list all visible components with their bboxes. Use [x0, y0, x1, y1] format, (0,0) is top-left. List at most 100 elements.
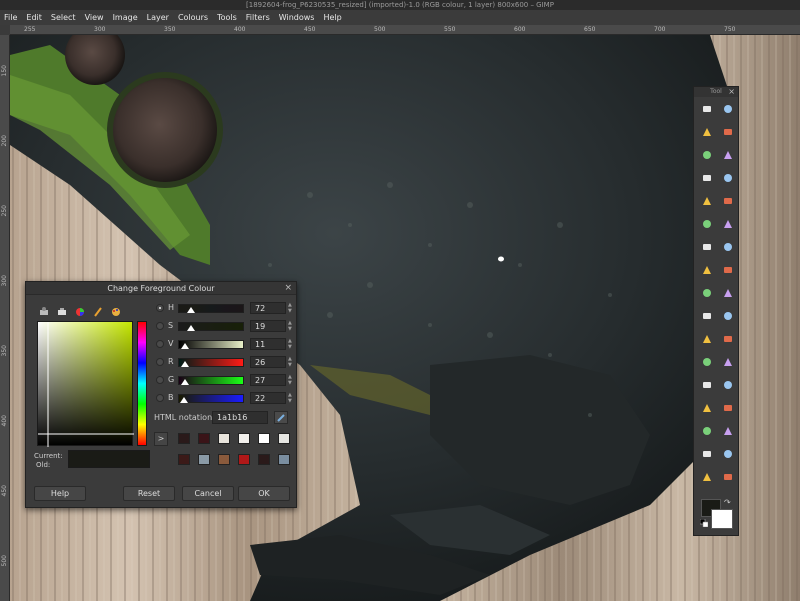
radio-v[interactable]	[156, 340, 164, 348]
menu-view[interactable]: View	[85, 10, 104, 25]
ellipse-select-icon[interactable]	[720, 101, 736, 117]
slider-v[interactable]: V 11 ▲ ▼	[154, 338, 294, 352]
flip-icon[interactable]	[699, 308, 715, 324]
toolbox-close-button[interactable]: ×	[728, 87, 735, 97]
horizontal-ruler[interactable]: 255 300 350 400 450 500 550 600 650 700 …	[10, 25, 800, 35]
watercolor-selector-tab[interactable]	[92, 306, 104, 318]
history-swatch[interactable]	[258, 433, 270, 444]
hue-strip[interactable]	[137, 321, 147, 446]
cmyk-selector-tab[interactable]	[56, 306, 68, 318]
scale-icon[interactable]	[720, 262, 736, 278]
radio-r[interactable]	[156, 358, 164, 366]
vertical-ruler[interactable]: 150 200 250 300 350 400 450 500	[0, 35, 10, 601]
shear-icon[interactable]	[699, 285, 715, 301]
slider-value[interactable]: 72	[250, 302, 286, 314]
slider-value[interactable]: 19	[250, 320, 286, 332]
cage-icon[interactable]	[720, 308, 736, 324]
color-picker-button[interactable]	[274, 411, 288, 424]
radio-h[interactable]	[156, 304, 164, 312]
zoom-icon[interactable]	[720, 193, 736, 209]
palette-selector-tab[interactable]	[110, 306, 122, 318]
history-swatch[interactable]	[198, 454, 210, 465]
slider-value[interactable]: 11	[250, 338, 286, 350]
spin-arrows-icon[interactable]: ▲ ▼	[288, 392, 292, 404]
menu-tools[interactable]: Tools	[217, 10, 237, 25]
align-icon[interactable]	[699, 239, 715, 255]
default-colors-icon[interactable]	[700, 519, 708, 527]
airbrush-icon[interactable]	[699, 400, 715, 416]
slider-r[interactable]: R 26 ▲ ▼	[154, 356, 294, 370]
history-swatch[interactable]	[218, 454, 230, 465]
paintbrush-icon[interactable]	[699, 377, 715, 393]
slider-marker[interactable]	[181, 343, 190, 349]
history-swatch[interactable]	[258, 454, 270, 465]
text-icon[interactable]	[699, 331, 715, 347]
paths-icon[interactable]	[720, 170, 736, 186]
eraser-icon[interactable]	[720, 377, 736, 393]
slider-b[interactable]: B 22 ▲ ▼	[154, 392, 294, 406]
saturation-value-square[interactable]	[37, 321, 134, 447]
rotate-icon[interactable]	[699, 262, 715, 278]
history-swatch[interactable]	[198, 433, 210, 444]
scales-selector-tab[interactable]	[38, 306, 50, 318]
radio-s[interactable]	[156, 322, 164, 330]
background-color-swatch[interactable]	[711, 509, 733, 529]
color-select-icon[interactable]	[699, 147, 715, 163]
slider-g[interactable]: G 27 ▲ ▼	[154, 374, 294, 388]
foreground-select-icon[interactable]	[699, 170, 715, 186]
swap-colors-icon[interactable]: ↷	[724, 499, 731, 507]
color-picker-icon[interactable]	[699, 193, 715, 209]
lasso-icon[interactable]	[699, 124, 715, 140]
fuzzy-select-icon[interactable]	[720, 124, 736, 140]
history-swatch[interactable]	[238, 454, 250, 465]
menu-edit[interactable]: Edit	[26, 10, 42, 25]
spin-arrows-icon[interactable]: ▲ ▼	[288, 356, 292, 368]
smudge-icon[interactable]	[720, 446, 736, 462]
bucket-fill-icon[interactable]	[720, 331, 736, 347]
measure-icon[interactable]	[699, 216, 715, 232]
html-notation-input[interactable]	[212, 411, 268, 424]
slider-value[interactable]: 22	[250, 392, 286, 404]
dodge-icon[interactable]	[720, 469, 736, 485]
ok-button[interactable]: OK	[238, 486, 290, 501]
slider-marker[interactable]	[187, 307, 196, 313]
menu-layer[interactable]: Layer	[147, 10, 169, 25]
heal-icon[interactable]	[720, 423, 736, 439]
cancel-button[interactable]: Cancel	[182, 486, 234, 501]
slider-value[interactable]: 27	[250, 374, 286, 386]
perspective-clone-icon[interactable]	[699, 446, 715, 462]
spin-arrows-icon[interactable]: ▲ ▼	[288, 302, 292, 314]
spin-arrows-icon[interactable]: ▲ ▼	[288, 320, 292, 332]
menu-select[interactable]: Select	[51, 10, 76, 25]
scissors-icon[interactable]	[720, 147, 736, 163]
slider-marker[interactable]	[180, 379, 189, 385]
history-swatch[interactable]	[178, 433, 190, 444]
menu-colours[interactable]: Colours	[178, 10, 208, 25]
gradient-icon[interactable]	[699, 354, 715, 370]
radio-g[interactable]	[156, 376, 164, 384]
ink-icon[interactable]	[720, 400, 736, 416]
ruler-corner[interactable]	[0, 25, 10, 35]
rect-select-icon[interactable]	[699, 101, 715, 117]
pencil-icon[interactable]	[720, 354, 736, 370]
perspective-icon[interactable]	[720, 285, 736, 301]
reset-button[interactable]: Reset	[123, 486, 175, 501]
history-swatch[interactable]	[238, 433, 250, 444]
menu-file[interactable]: File	[4, 10, 17, 25]
slider-h[interactable]: H 72 ▲ ▼	[154, 302, 294, 316]
wheel-selector-tab[interactable]	[74, 306, 86, 318]
history-swatch[interactable]	[178, 454, 190, 465]
radio-b[interactable]	[156, 394, 164, 402]
menu-image[interactable]: Image	[113, 10, 138, 25]
slider-s[interactable]: S 19 ▲ ▼	[154, 320, 294, 334]
slider-marker[interactable]	[180, 361, 189, 367]
menu-windows[interactable]: Windows	[279, 10, 315, 25]
history-swatch[interactable]	[218, 433, 230, 444]
move-icon[interactable]	[720, 216, 736, 232]
dialog-close-button[interactable]: ×	[284, 283, 292, 293]
slider-marker[interactable]	[186, 325, 195, 331]
blur-icon[interactable]	[699, 469, 715, 485]
spin-arrows-icon[interactable]: ▲ ▼	[288, 374, 292, 386]
slider-marker[interactable]	[179, 397, 188, 403]
history-swatch[interactable]	[278, 433, 290, 444]
